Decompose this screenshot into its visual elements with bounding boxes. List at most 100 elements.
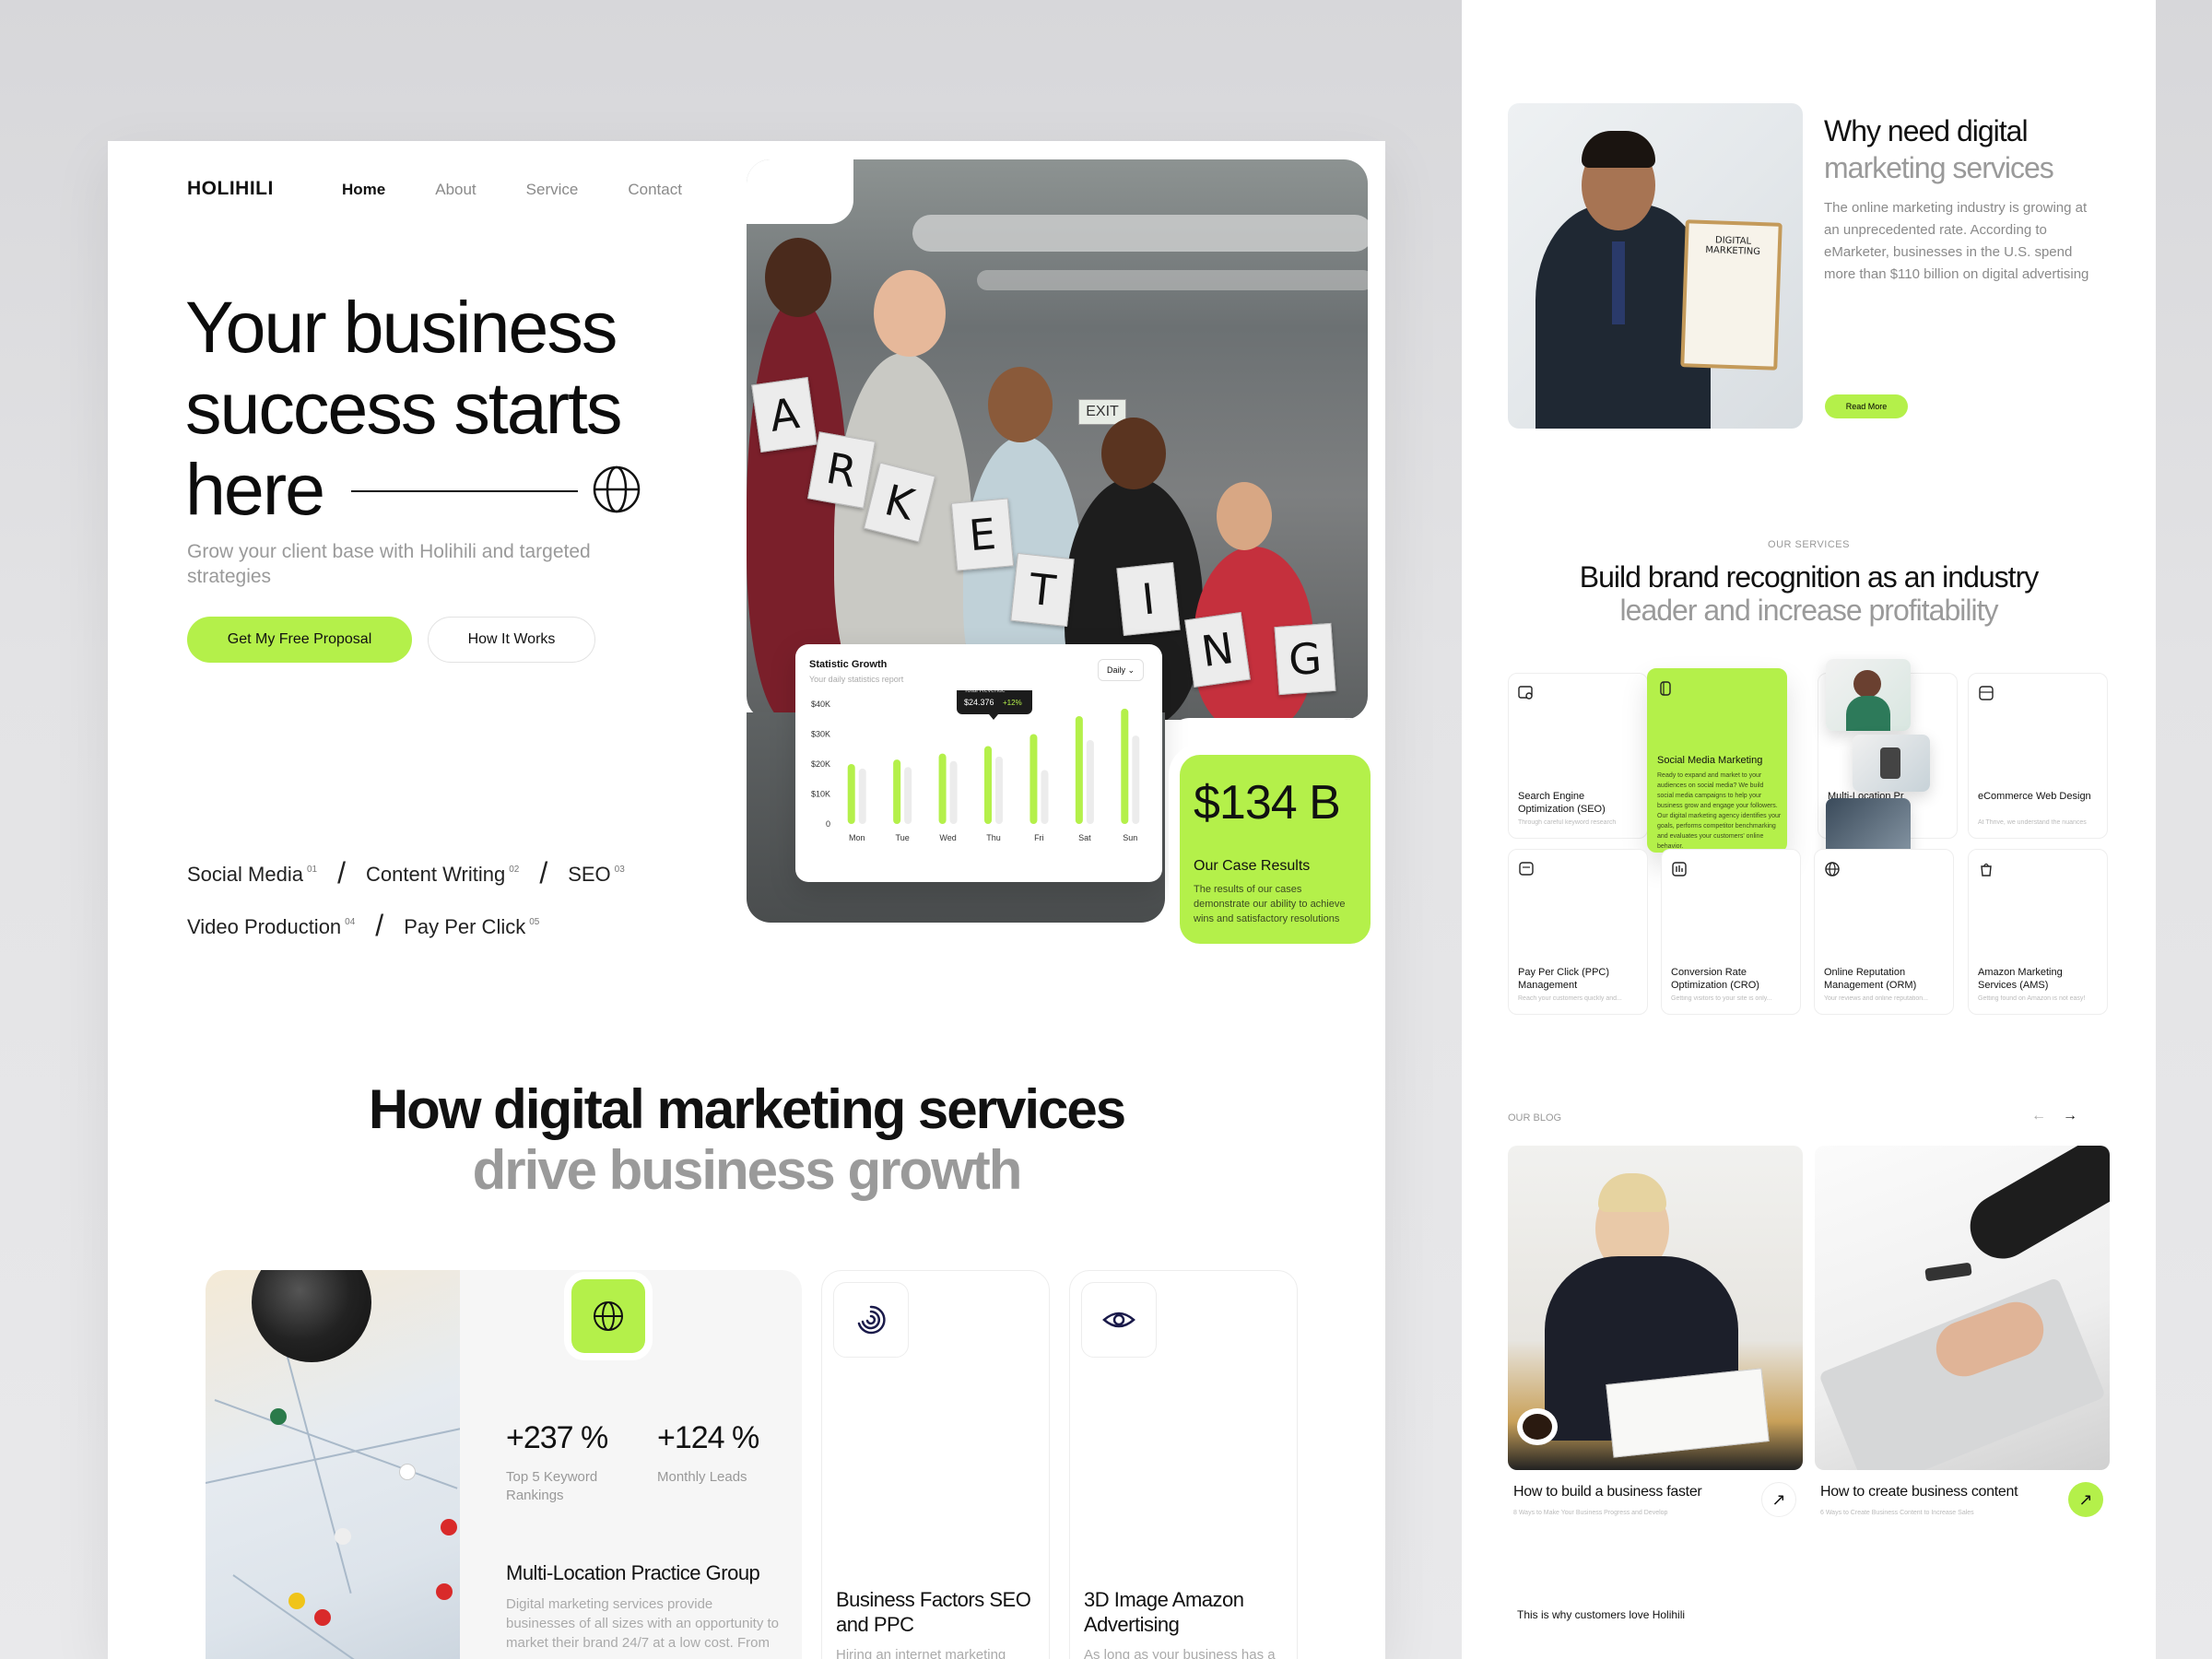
card-title: Business Factors SEO and PPC — [836, 1588, 1031, 1636]
service-card-orm[interactable]: Online Reputation Management (ORM) Your … — [1814, 849, 1954, 1015]
map-photo — [206, 1270, 460, 1659]
service-link-video-production[interactable]: Video Production 04 — [187, 899, 355, 951]
main-nav: Home About Service Contact — [342, 181, 682, 199]
globe-icon — [1825, 862, 1840, 877]
map-pin — [335, 1528, 351, 1545]
tooltip-label: Total Revenue — [964, 690, 1006, 694]
eye-icon — [1102, 1312, 1135, 1328]
layers-icon — [1660, 681, 1671, 696]
nav-home[interactable]: Home — [342, 181, 385, 199]
card-title: Multi-Location Practice Group — [506, 1561, 760, 1584]
chart-bar — [904, 767, 912, 824]
team-marketing-photo: EXIT A R K E T I N G — [747, 159, 1368, 720]
blog-post-title[interactable]: How to create business content — [1820, 1484, 2018, 1500]
statistic-growth-card: Statistic Growth Your daily statistics r… — [795, 644, 1162, 882]
case-results-value: $134 B — [1194, 776, 1341, 830]
chart-bar — [1132, 735, 1140, 824]
blog-post-subtitle: 6 Ways to Create Business Content to Inc… — [1820, 1510, 1974, 1516]
card-desc: Digital marketing services provide busin… — [506, 1596, 779, 1651]
map-pin — [270, 1408, 287, 1425]
chart-bar — [949, 760, 958, 824]
service-card-social-media[interactable]: Social Media Marketing Ready to expand a… — [1647, 668, 1787, 853]
service-link-seo[interactable]: SEO 03 — [568, 846, 625, 899]
chart-bar — [858, 768, 866, 824]
y-tick-label: $20K — [811, 759, 830, 769]
magnifier-lens — [252, 1270, 371, 1362]
service-link-ppc[interactable]: Pay Per Click 05 — [404, 899, 539, 951]
arrow-up-right-icon[interactable]: ↗ — [2068, 1482, 2103, 1517]
chart-bar — [1086, 740, 1094, 824]
service-card-ppc[interactable]: Pay Per Click (PPC) Management Reach you… — [1508, 849, 1648, 1015]
arrow-right-icon[interactable]: → — [2063, 1108, 2077, 1124]
divider-slash: / — [375, 908, 384, 942]
service-link-content-writing[interactable]: Content Writing 02 — [366, 846, 519, 899]
service-card-cro[interactable]: Conversion Rate Optimization (CRO) Getti… — [1661, 849, 1801, 1015]
seo-ppc-card[interactable]: Business Factors SEO and PPC Hiring an i… — [821, 1270, 1050, 1659]
nav-contact[interactable]: Contact — [628, 181, 682, 199]
map-pin — [436, 1583, 453, 1600]
blog-photo-laptop[interactable] — [1815, 1146, 2110, 1470]
blog-carousel-arrows: ← → — [2031, 1108, 2077, 1124]
stat-card-title: Statistic Growth — [809, 659, 888, 670]
chart-bar — [1075, 716, 1083, 824]
arrow-up-right-icon[interactable]: ↗ — [1761, 1482, 1796, 1517]
chevron-down-icon: ⌄ — [1127, 665, 1135, 675]
icon-tile — [833, 1282, 909, 1358]
icon-tile — [1081, 1282, 1157, 1358]
spiral-icon — [857, 1305, 886, 1335]
growth-bar-chart: $40K $30K $20K $10K 0 Mon Tue Wed Thu Fri Sat Sun To… — [811, 690, 1140, 842]
landing-page-hero: HOLIHILI Home About Service Contact Your… — [108, 141, 1385, 1659]
blog-post-title[interactable]: How to build a business faster — [1513, 1484, 1702, 1500]
blog-post-subtitle: 8 Ways to Make Your Business Progress an… — [1513, 1510, 1668, 1516]
period-dropdown[interactable]: Daily ⌄ — [1098, 659, 1144, 681]
shopping-bag-icon — [1981, 863, 1992, 877]
store-icon — [1979, 686, 1994, 700]
tooltip-delta: +12% — [1003, 699, 1022, 707]
clipboard: DIGITAL MARKETING — [1680, 219, 1783, 371]
service-card-ams[interactable]: Amazon Marketing Services (AMS) Getting … — [1968, 849, 2108, 1015]
section-title-growth: How digital marketing services drive bus… — [368, 1078, 1126, 1201]
globe-icon — [593, 465, 641, 513]
landing-page-detail: DIGITAL MARKETING Why need digital marke… — [1462, 0, 2156, 1659]
chart-bar — [1121, 708, 1129, 824]
blog-photo-reading[interactable] — [1508, 1146, 1803, 1470]
map-pin — [399, 1464, 416, 1480]
service-card-ecommerce[interactable]: eCommerce Web Design At Thrive, we under… — [1968, 673, 2108, 839]
x-tick-label: Thu — [986, 833, 1001, 842]
brand-logo[interactable]: HOLIHILI — [187, 178, 274, 200]
y-tick-label: $40K — [811, 700, 830, 709]
card-desc: As long as your business has a — [1084, 1647, 1276, 1659]
chart-bar — [847, 764, 855, 824]
letter-card: E — [950, 498, 1015, 571]
chart-bar — [1030, 734, 1038, 824]
divider-slash: / — [337, 855, 346, 889]
map-pin — [288, 1593, 305, 1609]
services-list: Social Media 01 / Content Writing 02 / SEO… — [187, 846, 625, 951]
testimonials-heading: This is why customers love Holihili — [1517, 1608, 1686, 1621]
tooltip-pointer — [989, 714, 998, 720]
y-tick-label: $30K — [811, 730, 830, 739]
x-tick-label: Wed — [939, 833, 956, 842]
globe-icon-tile — [571, 1279, 645, 1353]
case-results-desc: The results of our cases demonstrate our… — [1194, 884, 1346, 924]
arrow-left-icon[interactable]: ← — [2031, 1108, 2046, 1124]
tooltip-value: $24.376 — [964, 698, 994, 707]
thumbnail-photo — [1853, 735, 1930, 792]
chart-bar — [1041, 770, 1049, 824]
businessman-photo: DIGITAL MARKETING — [1508, 103, 1803, 429]
how-it-works-button[interactable]: How It Works — [428, 617, 595, 663]
service-card-seo[interactable]: Search Engine Optimization (SEO) Through… — [1508, 673, 1648, 839]
multi-location-card[interactable]: +237 % Top 5 Keyword Rankings +124 % Mon… — [206, 1270, 802, 1659]
our-services-title: Build brand recognition as an industry l… — [1579, 560, 2039, 627]
x-tick-label: Sun — [1123, 833, 1137, 842]
nav-about[interactable]: About — [435, 181, 476, 199]
service-link-social-media[interactable]: Social Media 01 — [187, 846, 317, 899]
nav-service[interactable]: Service — [526, 181, 579, 199]
case-results-label: Our Case Results — [1194, 858, 1311, 874]
y-tick-label: 0 — [826, 819, 830, 829]
read-more-button[interactable]: Read More — [1825, 394, 1908, 418]
metric-keyword-label: Top 5 Keyword Rankings — [506, 1469, 598, 1503]
get-proposal-button[interactable]: Get My Free Proposal — [187, 617, 412, 663]
amazon-ads-card[interactable]: 3D Image Amazon Advertising As long as y… — [1069, 1270, 1298, 1659]
letter-card: T — [1010, 552, 1075, 628]
